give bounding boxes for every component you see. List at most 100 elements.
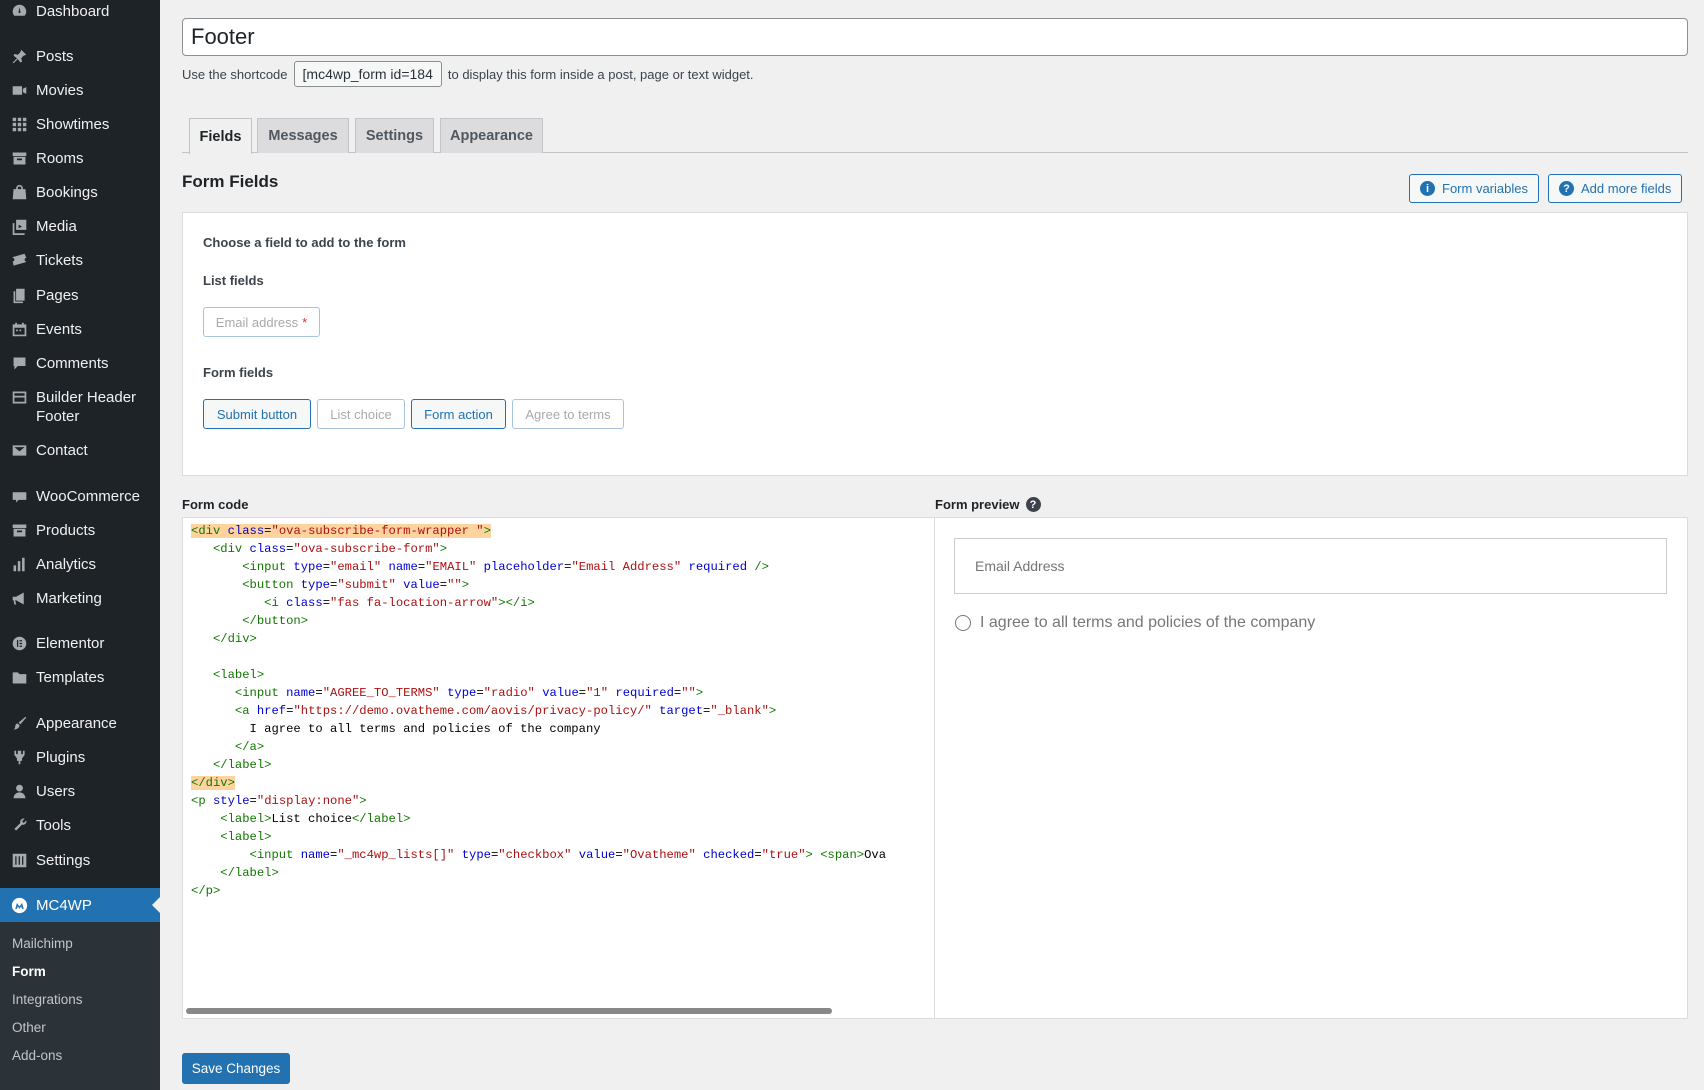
form-fields-label: Form fields <box>203 365 274 380</box>
add-more-fields-button[interactable]: ? Add more fields <box>1548 174 1683 203</box>
sidebar-item-builder-header-footer[interactable]: Builder Header Footer <box>0 388 160 426</box>
wrench-icon <box>9 816 29 835</box>
media-icon <box>9 217 29 236</box>
sidebar-item-comments[interactable]: Comments <box>0 354 160 373</box>
sidebar-item-label: Media <box>36 218 77 235</box>
sidebar-item-analytics[interactable]: Analytics <box>0 555 160 574</box>
sidebar-item-label: Appearance <box>36 715 117 732</box>
sidebar-item-label: Tools <box>36 817 72 834</box>
email-address-field-button[interactable]: Email address * <box>203 307 320 337</box>
sidebar-item-plugins[interactable]: Plugins <box>0 748 160 767</box>
sidebar-item-label: Pages <box>36 287 79 304</box>
form-action-field-button[interactable]: Form action <box>411 399 506 429</box>
sidebar-item-contact[interactable]: Contact <box>0 441 160 460</box>
sidebar-item-marketing[interactable]: Marketing <box>0 589 160 608</box>
add-more-fields-label: Add more fields <box>1581 181 1672 196</box>
archive-icon <box>9 149 29 168</box>
list-choice-field-button[interactable]: List choice <box>317 399 405 429</box>
tab-settings[interactable]: Settings <box>355 118 434 153</box>
tab-bar: Fields Messages Settings Appearance <box>182 117 1688 154</box>
submenu-item-form[interactable]: Form <box>12 964 46 979</box>
sidebar-item-dashboard[interactable]: Dashboard <box>0 2 160 21</box>
sidebar-item-movies[interactable]: Movies <box>0 81 160 100</box>
submit-button-field-button[interactable]: Submit button <box>203 399 311 429</box>
list-fields-label: List fields <box>203 273 264 288</box>
sidebar-item-media[interactable]: Media <box>0 217 160 236</box>
horizontal-scrollbar[interactable] <box>186 1008 832 1014</box>
mail-icon <box>9 441 29 460</box>
tab-fields[interactable]: Fields <box>189 118 252 154</box>
grid-icon <box>9 115 29 134</box>
form-variables-button[interactable]: i Form variables <box>1409 174 1539 203</box>
sidebar-item-users[interactable]: Users <box>0 782 160 801</box>
info-icon: i <box>1420 181 1435 196</box>
agree-text: I agree to all terms and policies of the… <box>980 614 1316 631</box>
sidebar-item-rooms[interactable]: Rooms <box>0 149 160 168</box>
submenu-item-mailchimp[interactable]: Mailchimp <box>12 936 73 951</box>
archive-icon <box>9 521 29 540</box>
shortcode-prefix: Use the shortcode <box>182 66 288 82</box>
sidebar-item-label: Templates <box>36 669 105 686</box>
sliders-icon <box>9 851 29 870</box>
sidebar-item-showtimes[interactable]: Showtimes <box>0 115 160 134</box>
form-code-editor[interactable]: <div class="ova-subscribe-form-wrapper "… <box>182 517 935 1019</box>
sidebar-item-label: Showtimes <box>36 116 110 133</box>
field-chooser-heading: Choose a field to add to the form <box>203 235 406 250</box>
comment-icon <box>9 354 29 373</box>
sidebar-item-bookings[interactable]: Bookings <box>0 183 160 202</box>
agree-to-terms-field-button[interactable]: Agree to terms <box>512 399 624 429</box>
sidebar-item-label: Marketing <box>36 590 102 607</box>
email-address-label: Email address <box>215 314 299 330</box>
sidebar-item-label: Users <box>36 783 76 800</box>
sidebar-item-woocommerce[interactable]: WooCommerce <box>0 487 160 506</box>
calendar-icon <box>9 320 29 339</box>
sidebar-item-label: Elementor <box>36 635 105 652</box>
preview-agree-option[interactable]: I agree to all terms and policies of the… <box>955 614 1315 632</box>
sidebar-item-label: WooCommerce <box>36 488 140 505</box>
megaphone-icon <box>9 589 29 608</box>
help-icon: ? <box>1559 181 1574 196</box>
submenu-item-integrations[interactable]: Integrations <box>12 992 83 1007</box>
form-title-input[interactable] <box>182 18 1688 56</box>
submenu-item-add-ons[interactable]: Add-ons <box>12 1048 62 1063</box>
sidebar-item-label: Dashboard <box>36 3 110 20</box>
sidebar-item-label: Bookings <box>36 184 98 201</box>
sidebar-item-tickets[interactable]: Tickets <box>0 251 160 270</box>
sidebar-item-pages[interactable]: Pages <box>0 286 160 305</box>
form-code-label: Form code <box>182 497 249 512</box>
sidebar-item-posts[interactable]: Posts <box>0 47 160 66</box>
sidebar-item-products[interactable]: Products <box>0 521 160 540</box>
sidebar-item-tools[interactable]: Tools <box>0 816 160 835</box>
sidebar-item-label: Rooms <box>36 150 84 167</box>
tab-appearance[interactable]: Appearance <box>440 118 543 153</box>
sidebar-item-events[interactable]: Events <box>0 320 160 339</box>
chart-bar-icon <box>9 555 29 574</box>
code-content[interactable]: <div class="ova-subscribe-form-wrapper "… <box>183 518 934 904</box>
tab-messages[interactable]: Messages <box>257 118 349 153</box>
sidebar-item-label: Posts <box>36 48 74 65</box>
sidebar-item-label: Products <box>36 522 96 539</box>
pages-icon <box>9 286 29 305</box>
preview-email-input[interactable] <box>954 538 1667 594</box>
sidebar-item-appearance[interactable]: Appearance <box>0 714 160 733</box>
user-icon <box>9 782 29 801</box>
layout-icon <box>9 388 29 407</box>
save-changes-button[interactable]: Save Changes <box>182 1053 290 1084</box>
help-icon[interactable]: ? <box>1025 497 1041 512</box>
sidebar-item-mc4wp[interactable]: MC4WP <box>0 888 160 922</box>
sidebar-item-label: Events <box>36 321 82 338</box>
agree-radio[interactable] <box>955 615 971 631</box>
mc4wp-submenu: Mailchimp Form Integrations Other Add-on… <box>0 922 160 1090</box>
shortcode-field[interactable]: [mc4wp_form id=184 <box>293 61 442 87</box>
submenu-item-other[interactable]: Other <box>12 1020 46 1035</box>
admin-sidebar: Dashboard Posts Movies Showtimes Rooms B… <box>0 0 160 1090</box>
sidebar-item-label: Plugins <box>36 749 86 766</box>
sidebar-item-templates[interactable]: Templates <box>0 668 160 687</box>
pin-icon <box>9 47 29 66</box>
form-preview-panel: I agree to all terms and policies of the… <box>935 517 1688 1019</box>
sidebar-item-settings[interactable]: Settings <box>0 851 160 870</box>
sidebar-item-elementor[interactable]: Elementor <box>0 634 160 653</box>
woo-icon <box>9 487 29 506</box>
sidebar-item-label: Tickets <box>36 252 83 269</box>
form-preview-heading: Form preview ? <box>935 497 1041 512</box>
